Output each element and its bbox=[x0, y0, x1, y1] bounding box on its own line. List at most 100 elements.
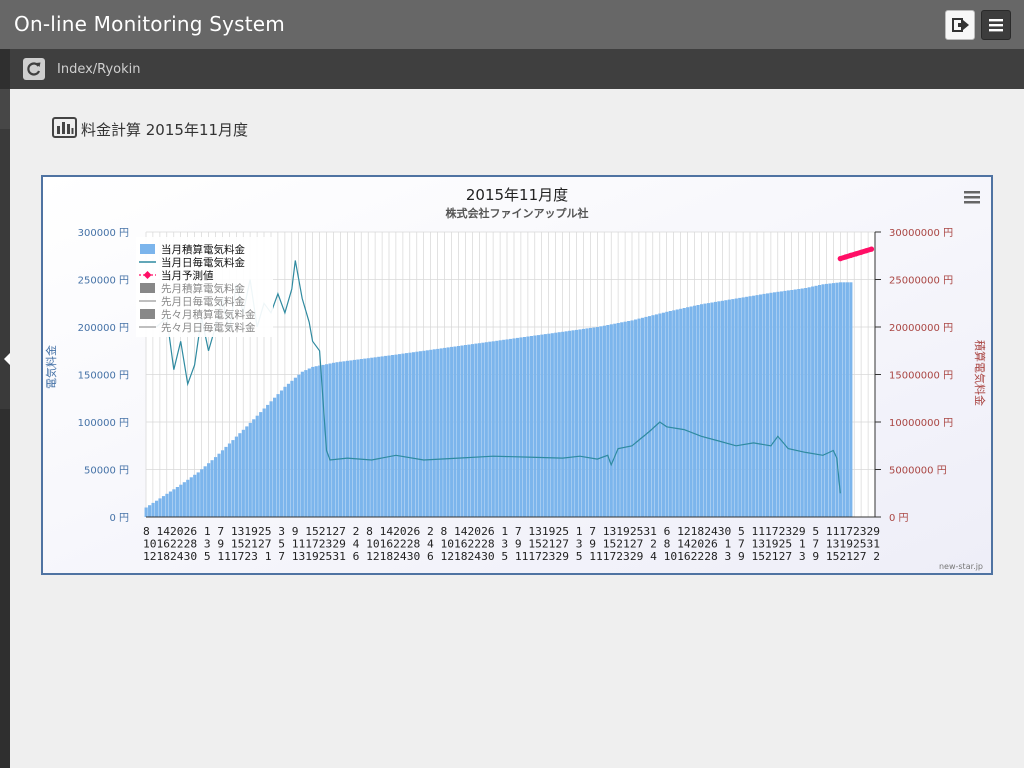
cumulative-bar bbox=[193, 474, 197, 517]
legend-label: 当月日毎電気料金 bbox=[161, 256, 245, 269]
cumulative-bar bbox=[408, 352, 412, 517]
cumulative-bar bbox=[696, 305, 700, 517]
cumulative-bar bbox=[516, 337, 520, 517]
cumulative-bar bbox=[456, 346, 461, 517]
cumulative-bar bbox=[602, 325, 606, 517]
cumulative-bar bbox=[377, 356, 381, 517]
cumulative-bar bbox=[345, 360, 350, 517]
cumulative-bar bbox=[588, 327, 593, 517]
forecast-point bbox=[837, 256, 843, 262]
cumulative-bar bbox=[283, 386, 287, 517]
cumulative-bar bbox=[731, 299, 735, 517]
cumulative-bar bbox=[411, 352, 416, 517]
cumulative-bar bbox=[759, 294, 763, 517]
cumulative-bar bbox=[668, 311, 672, 517]
cumulative-bar bbox=[682, 308, 686, 517]
x-tick-label-row: 8 142026 1 7 131925 3 9 152127 2 8 14202… bbox=[143, 526, 880, 538]
cumulative-bar bbox=[335, 362, 339, 517]
cumulative-bar bbox=[300, 371, 304, 517]
cumulative-bar bbox=[213, 457, 218, 517]
cumulative-bar bbox=[509, 338, 513, 517]
cumulative-bar bbox=[568, 330, 572, 517]
cumulative-bar bbox=[578, 329, 582, 517]
cumulative-bar bbox=[522, 337, 527, 517]
cumulative-bar bbox=[831, 283, 836, 517]
cumulative-bar bbox=[491, 341, 495, 518]
cumulative-bar bbox=[613, 323, 617, 517]
cumulative-bar bbox=[592, 327, 596, 517]
refresh-button[interactable] bbox=[23, 58, 45, 80]
cumulative-bar bbox=[179, 484, 183, 517]
cumulative-bar bbox=[450, 346, 454, 517]
sidebar-edge bbox=[0, 49, 10, 89]
cumulative-bar bbox=[387, 355, 391, 517]
left-tick-label: 50000 円 bbox=[84, 466, 129, 477]
cumulative-bar bbox=[519, 337, 523, 517]
breadcrumb[interactable]: Index/Ryokin bbox=[57, 62, 141, 77]
cumulative-bar bbox=[623, 321, 627, 517]
cumulative-bar bbox=[842, 282, 846, 517]
cumulative-bar bbox=[786, 290, 790, 517]
cumulative-bar bbox=[776, 291, 780, 517]
bar-chart-icon bbox=[52, 117, 77, 138]
cumulative-bar bbox=[314, 366, 318, 517]
cumulative-bar bbox=[158, 498, 162, 517]
cumulative-bar bbox=[658, 313, 662, 517]
cumulative-bar bbox=[304, 370, 308, 517]
cumulative-bar bbox=[273, 397, 277, 517]
legend-label: 先々月積算電気料金 bbox=[161, 308, 256, 321]
cumulative-bar bbox=[647, 316, 652, 517]
cumulative-bar bbox=[675, 309, 679, 517]
cumulative-bar bbox=[720, 300, 724, 517]
cumulative-bar bbox=[481, 342, 485, 517]
cumulative-bar bbox=[182, 482, 186, 517]
logout-button[interactable] bbox=[945, 10, 975, 40]
cumulative-bar bbox=[630, 320, 634, 517]
cumulative-bar bbox=[713, 301, 718, 517]
cumulative-bar bbox=[606, 325, 610, 517]
forecast-point bbox=[858, 249, 864, 255]
legend-label: 当月予測値 bbox=[161, 269, 214, 282]
cumulative-bar bbox=[415, 351, 419, 517]
cumulative-bar bbox=[238, 433, 242, 517]
legend-label: 先月積算電気料金 bbox=[161, 282, 245, 295]
left-tick-label: 100000 円 bbox=[78, 418, 129, 429]
cumulative-bar bbox=[557, 332, 561, 517]
cumulative-bar bbox=[245, 426, 249, 517]
cumulative-bar bbox=[241, 429, 245, 517]
cumulative-bar bbox=[651, 315, 655, 517]
sidebar-expand-arrow-icon[interactable] bbox=[4, 353, 10, 365]
cumulative-bar bbox=[665, 311, 669, 517]
legend-swatch bbox=[140, 283, 155, 293]
left-tick-label: 200000 円 bbox=[78, 323, 129, 334]
forecast-point bbox=[863, 248, 869, 254]
cumulative-bar bbox=[279, 390, 284, 517]
cumulative-bar bbox=[835, 282, 839, 517]
cumulative-bar bbox=[644, 316, 648, 517]
cumulative-bar bbox=[772, 292, 777, 517]
forecast-point bbox=[853, 251, 859, 257]
cumulative-bar bbox=[689, 306, 693, 517]
cumulative-bar bbox=[293, 377, 298, 517]
cumulative-bar bbox=[620, 322, 624, 517]
cumulative-bar bbox=[453, 346, 457, 517]
main-menu-button[interactable] bbox=[981, 10, 1011, 40]
collapsed-sidebar[interactable] bbox=[0, 89, 10, 768]
cumulative-bar bbox=[446, 347, 450, 517]
cumulative-bar bbox=[220, 450, 225, 517]
chart-export-menu-button[interactable] bbox=[961, 188, 983, 206]
cumulative-bar bbox=[373, 357, 377, 517]
cumulative-bar bbox=[231, 440, 235, 517]
cumulative-bar bbox=[710, 302, 714, 517]
cumulative-bar bbox=[824, 283, 829, 517]
cumulative-bar bbox=[554, 332, 558, 517]
cumulative-bar bbox=[793, 289, 797, 517]
cumulative-bar bbox=[297, 374, 301, 517]
cumulative-bar bbox=[311, 366, 315, 517]
cumulative-bar bbox=[290, 380, 294, 517]
cumulative-bar bbox=[463, 345, 468, 517]
cumulative-bar bbox=[474, 343, 478, 517]
cumulative-bar bbox=[640, 317, 645, 517]
cumulative-bar bbox=[338, 361, 343, 517]
cumulative-bar bbox=[627, 321, 631, 517]
